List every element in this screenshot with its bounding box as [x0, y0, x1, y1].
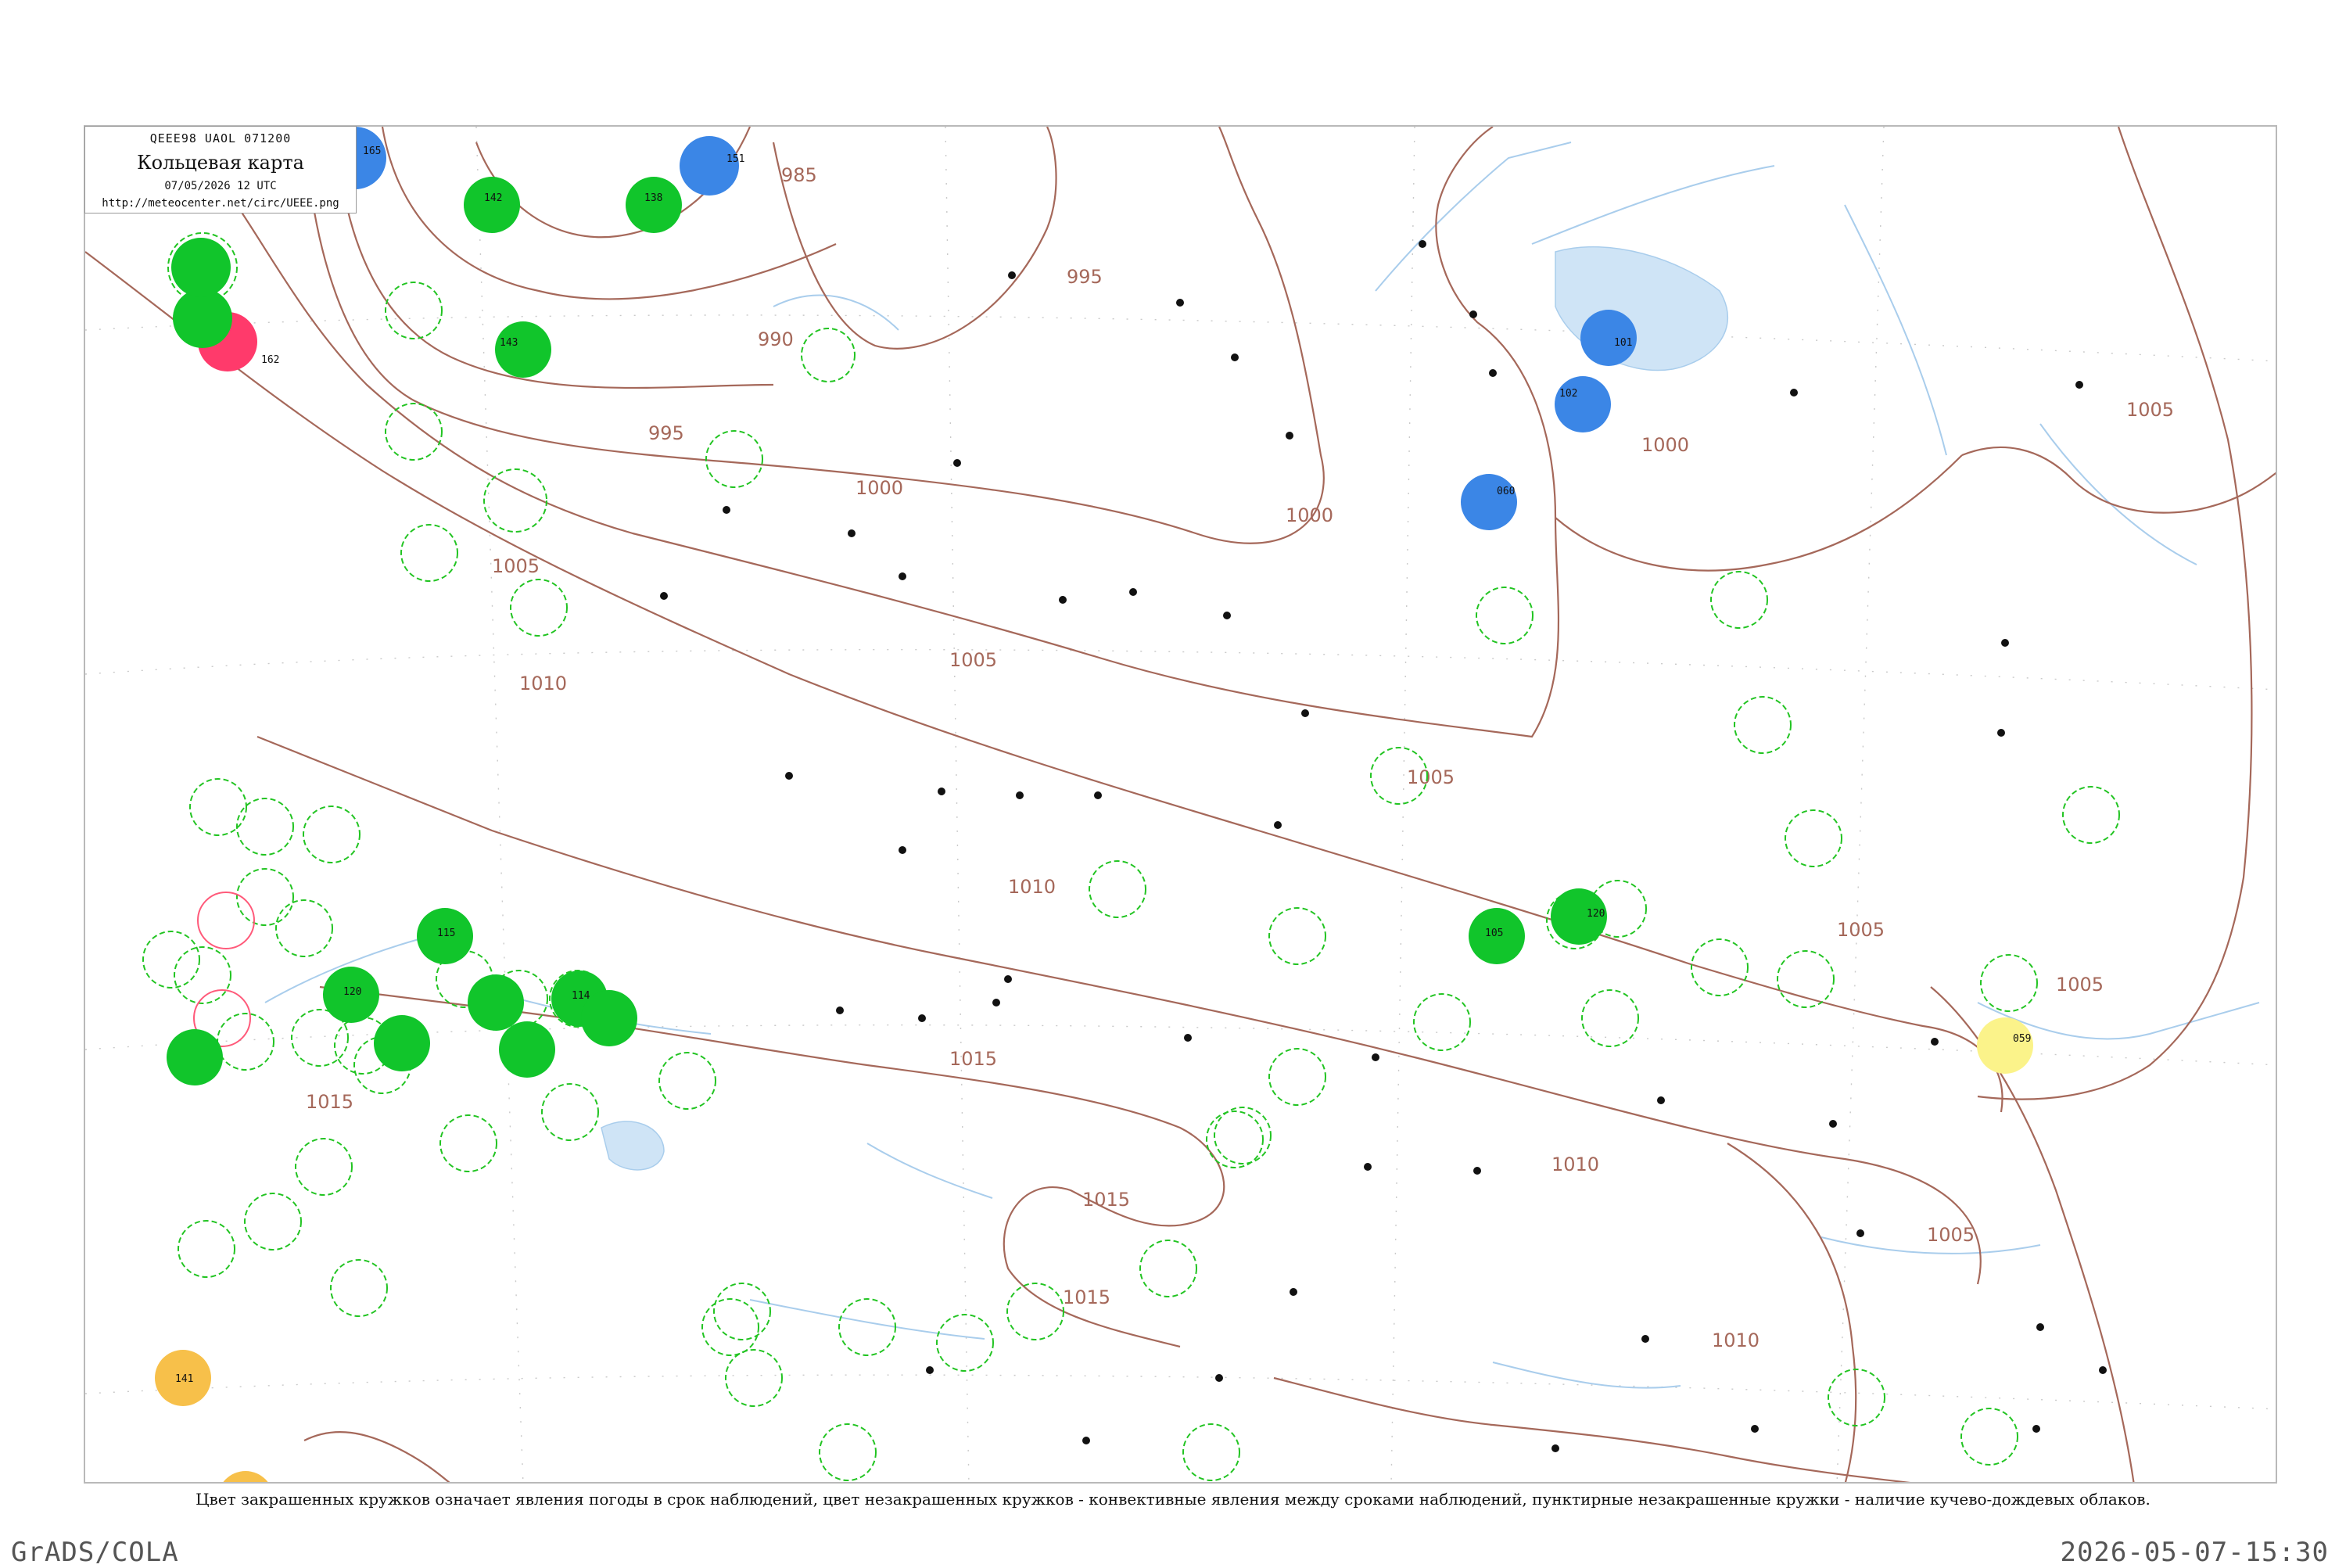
isobar-label: 1000 [1286, 504, 1333, 526]
isobar-label: 1005 [492, 555, 540, 577]
map-title-box: QEEE98 UAOL 071200 Кольцевая карта 07/05… [84, 126, 357, 213]
footer-timestamp: 2026-05-07-15:30 [2060, 1537, 2329, 1568]
footer-software: GrADS/COLA [11, 1537, 179, 1568]
isobar-label: 995 [648, 422, 684, 444]
isobars [85, 127, 2276, 1482]
isobar-label: 985 [781, 164, 817, 186]
station-28600[interactable] [374, 1015, 430, 1071]
isobar-label: 1000 [856, 477, 903, 499]
station-value: 101 [1614, 337, 1632, 349]
station-24122[interactable]: 102 [1555, 376, 1611, 432]
station-value: 151 [726, 153, 744, 165]
station-30965[interactable]: 059 [1977, 1017, 2033, 1074]
station-circle [680, 136, 739, 196]
hydrography [264, 142, 2260, 1389]
station-circle [468, 974, 524, 1031]
station-circle [581, 990, 637, 1046]
station-36177[interactable]: 141 [155, 1350, 211, 1406]
station-value: 165 [363, 145, 381, 157]
station-value: 162 [261, 354, 279, 366]
station-circle [1461, 474, 1517, 530]
isobar-label: 1010 [519, 673, 567, 694]
weather-map: 985 995 990 995 1000 1000 1000 1005 1005… [85, 127, 2276, 1484]
station-value: 105 [1485, 928, 1503, 939]
isobar-label: 1005 [1837, 919, 1885, 941]
station-value: 142 [484, 192, 502, 204]
isobar-label: 1000 [1641, 434, 1689, 456]
station-30554[interactable]: 120 [323, 967, 379, 1023]
station-circle [171, 238, 231, 297]
station-value: 060 [1497, 486, 1515, 497]
station-circle [223, 1471, 268, 1482]
station-circle [374, 1015, 430, 1071]
station-circle [499, 1021, 555, 1078]
station-24641[interactable]: 101 [1580, 310, 1637, 366]
station-circle [173, 289, 232, 348]
station-value: 059 [2013, 1033, 2031, 1045]
isobar-label: 1005 [1927, 1224, 1975, 1246]
isobar-label: 1005 [1407, 766, 1455, 788]
isobar-label: 1015 [1063, 1286, 1110, 1308]
station-value: 141 [175, 1373, 193, 1385]
isobar-label: 995 [1067, 266, 1103, 288]
weather-stations: 165 151 142 138 162 143 101 102 060 105 … [155, 127, 2033, 1484]
station-value: 138 [644, 192, 662, 204]
map-source-url[interactable]: http://meteocenter.net/circ/UEEE.png [85, 197, 356, 210]
isobar-label: 1005 [2126, 399, 2174, 421]
station-marks [660, 240, 2107, 1452]
legend-caption: Цвет закрашенных кружков означает явлени… [196, 1490, 2150, 1509]
station-circle [464, 177, 520, 233]
isobar-label: 1010 [1008, 876, 1056, 898]
isobar-label: 1005 [949, 649, 997, 671]
isobar-label: 1015 [1082, 1189, 1130, 1211]
station-23472[interactable] [173, 289, 232, 348]
station-value: 115 [437, 928, 455, 939]
background-stations [142, 232, 2120, 1481]
station-23678[interactable]: 143 [495, 321, 551, 378]
isobar-label: 1015 [306, 1091, 353, 1113]
map-date: 07/05/2026 12 UTC [164, 180, 277, 192]
station-value: 120 [1587, 908, 1605, 920]
station-23074[interactable]: 142 [464, 177, 520, 233]
station-24343[interactable]: 060 [1461, 474, 1517, 530]
isobar-label: 1005 [2056, 974, 2104, 996]
map-frame: 985 995 990 995 1000 1000 1000 1005 1005… [84, 125, 2277, 1484]
station-circle [167, 1029, 223, 1085]
station-value: 143 [500, 337, 518, 349]
station-25744[interactable]: 105 [1469, 908, 1525, 964]
isobar-labels: 985 995 990 995 1000 1000 1000 1005 1005… [306, 164, 2174, 1351]
station-circle [1555, 376, 1611, 432]
station-circle [1977, 1017, 2033, 1074]
station-23078[interactable]: 138 [626, 177, 682, 233]
station-36535[interactable]: 072 [217, 1471, 283, 1484]
map-title: Кольцевая карта [137, 152, 304, 174]
station-30555[interactable] [499, 1021, 555, 1078]
station-value: 120 [343, 986, 361, 998]
station-value: 102 [1559, 388, 1577, 400]
station-29500[interactable] [171, 238, 231, 297]
station-29698[interactable]: 115 [417, 908, 473, 964]
bulletin-code: QEEE98 UAOL 071200 [149, 131, 292, 145]
station-value: 114 [572, 990, 590, 1002]
isobar-label: 990 [758, 328, 794, 350]
station-circle [626, 177, 682, 233]
station-23552[interactable]: 151 [680, 136, 744, 196]
isobar-label: 1010 [1551, 1154, 1599, 1175]
station-circle [495, 321, 551, 378]
station-29766[interactable]: 120 [1551, 888, 1607, 945]
isobar-label: 1010 [1712, 1329, 1760, 1351]
station-23884[interactable] [468, 974, 524, 1031]
isobar-label: 1015 [949, 1048, 997, 1070]
graticule [85, 127, 2276, 1482]
